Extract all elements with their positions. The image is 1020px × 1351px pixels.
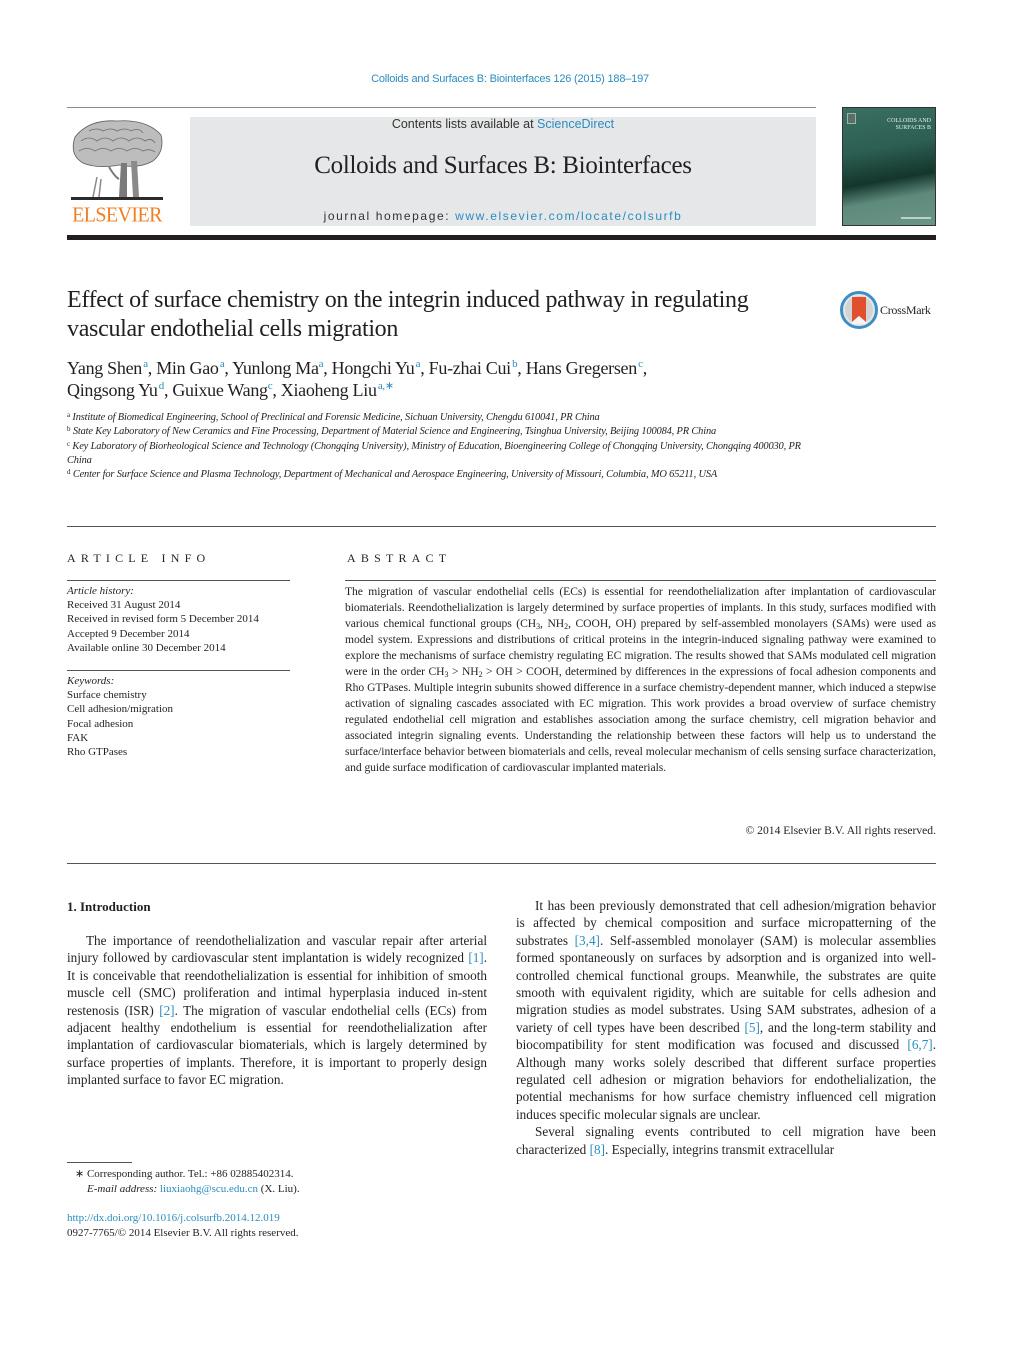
header-thick-rule — [67, 235, 936, 240]
crossmark-icon — [840, 291, 878, 329]
article-info-divider — [67, 580, 290, 581]
affiliation: a Institute of Biomedical Engineering, S… — [67, 411, 600, 424]
article-title: Effect of surface chemistry on the integ… — [67, 287, 749, 342]
keyword-item: Surface chemistry — [67, 689, 147, 702]
abstract-copyright: © 2014 Elsevier B.V. All rights reserved… — [745, 824, 936, 837]
history-item: Available online 30 December 2014 — [67, 641, 226, 654]
author[interactable]: Qingsong Yu d — [67, 380, 164, 400]
affiliation: d Center for Surface Science and Plasma … — [67, 468, 718, 481]
keyword-item: FAK — [67, 731, 89, 744]
affiliation: c Key Laboratory of Biorheological Scien… — [67, 439, 801, 466]
footnotes: ∗ Corresponding author. Tel.: +86 028854… — [67, 1167, 397, 1197]
author[interactable]: Xiaoheng Liu a,∗ — [281, 380, 394, 400]
header-divider — [67, 107, 816, 108]
journal-homepage-line: journal homepage: www.elsevier.com/locat… — [190, 209, 816, 223]
abstract-end-divider — [67, 863, 936, 864]
abstract-text: The migration of vascular endothelial ce… — [345, 585, 937, 774]
corresponding-author-note: ∗ Corresponding author. Tel.: +86 028854… — [75, 1168, 294, 1180]
journal-cover-image[interactable]: COLLOIDS AND SURFACES B — [842, 107, 936, 226]
homepage-prefix: journal homepage: — [323, 209, 456, 223]
author[interactable]: Min Gao a — [156, 358, 224, 378]
body-column-left: The importance of reendothelialization a… — [67, 932, 487, 1089]
reference-link[interactable]: [6,7] — [907, 1037, 932, 1052]
keyword-item: Rho GTPases — [67, 746, 128, 759]
contents-available-line: Contents lists available at ScienceDirec… — [190, 117, 816, 131]
doi-link[interactable]: http://dx.doi.org/10.1016/j.colsurfb.201… — [67, 1211, 407, 1226]
history-item: Accepted 9 December 2014 — [67, 627, 190, 640]
journal-header-band: Contents lists available at ScienceDirec… — [190, 117, 816, 226]
reference-link[interactable]: [3,4] — [575, 933, 600, 948]
affiliation: b State Key Laboratory of New Ceramics a… — [67, 425, 717, 438]
reference-link[interactable]: [8] — [590, 1142, 605, 1157]
journal-citation-link[interactable]: Colloids and Surfaces B: Biointerfaces 1… — [0, 73, 1020, 85]
crossmark-label: CrossMark — [880, 303, 931, 317]
abstract-heading: ABSTRACT — [347, 551, 452, 565]
section-heading-introduction: 1. Introduction — [67, 899, 151, 914]
elsevier-wordmark: ELSEVIER — [72, 203, 162, 227]
paragraph: The importance of reendothelialization a… — [67, 933, 487, 1088]
reference-link[interactable]: [2] — [159, 1003, 174, 1018]
history-item: Received 31 August 2014 — [67, 599, 181, 612]
author[interactable]: Yunlong Maa — [232, 358, 323, 378]
email-note: E-mail address: liuxiaohg@scu.edu.cn (X.… — [87, 1183, 300, 1195]
journal-homepage-link[interactable]: www.elsevier.com/locate/colsurfb — [455, 209, 682, 223]
keywords: Keywords: Surface chemistry Cell adhesio… — [67, 674, 297, 759]
author-list: Yang Shen a, Min Gao a, Yunlong Maa, Hon… — [67, 358, 647, 400]
keywords-divider — [67, 670, 290, 671]
elsevier-tree-icon — [71, 120, 163, 200]
author[interactable]: Hongchi Yu a — [332, 358, 421, 378]
history-label: Article history: — [67, 585, 134, 597]
asterisk-marker: ∗ — [75, 1168, 85, 1180]
reference-link[interactable]: [5] — [745, 1020, 760, 1035]
paragraph: Several signaling events contributed to … — [516, 1124, 936, 1157]
abstract-divider — [345, 580, 936, 581]
paragraph: It has been previously demonstrated that… — [516, 898, 937, 1122]
keywords-label: Keywords: — [67, 675, 115, 687]
cover-footer-mark — [901, 217, 931, 219]
contents-prefix: Contents lists available at — [391, 117, 538, 131]
reference-link[interactable]: [1] — [468, 950, 483, 965]
author[interactable]: Guixue Wangc — [172, 380, 272, 400]
keyword-item: Cell adhesion/migration — [67, 703, 174, 716]
elsevier-logo[interactable]: ELSEVIER — [67, 115, 167, 227]
keyword-item: Focal adhesion — [67, 717, 134, 730]
sciencedirect-link[interactable]: ScienceDirect — [537, 117, 614, 131]
affiliations: a Institute of Biomedical Engineering, S… — [67, 411, 827, 482]
doi-block: http://dx.doi.org/10.1016/j.colsurfb.201… — [67, 1211, 407, 1240]
footnote-divider — [67, 1162, 132, 1163]
email-link[interactable]: liuxiaohg@scu.edu.cn — [160, 1183, 258, 1195]
body-column-right: It has been previously demonstrated that… — [516, 897, 936, 1158]
author[interactable]: Fu-zhai Cui b — [429, 358, 518, 378]
author[interactable]: Yang Shen a — [67, 358, 148, 378]
cover-title: COLLOIDS AND SURFACES B — [887, 118, 931, 131]
cover-publisher-icon — [847, 113, 856, 124]
crossmark-button[interactable]: CrossMark — [840, 291, 940, 329]
article-history: Article history: Received 31 August 2014… — [67, 584, 297, 655]
article-info-heading: ARTICLE INFO — [67, 551, 211, 565]
author[interactable]: Hans Gregersen c — [526, 358, 643, 378]
issn-copyright: 0927-7765/© 2014 Elsevier B.V. All right… — [67, 1226, 299, 1239]
affiliations-divider — [67, 526, 936, 527]
history-item: Received in revised form 5 December 2014 — [67, 613, 259, 626]
journal-title: Colloids and Surfaces B: Biointerfaces — [314, 152, 692, 179]
